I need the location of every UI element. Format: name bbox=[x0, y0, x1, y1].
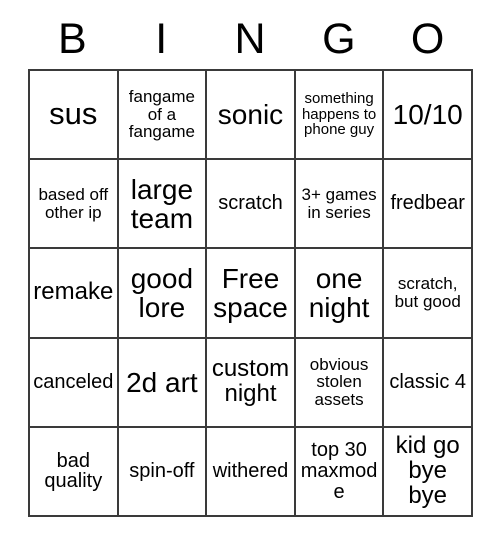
bingo-cell[interactable]: fangame of a fangame bbox=[118, 71, 208, 161]
bingo-cell-label: fredbear bbox=[390, 192, 465, 215]
bingo-cell-free-space[interactable]: Free space bbox=[207, 249, 296, 339]
bingo-cell-label: canceled bbox=[33, 370, 114, 393]
bingo-cell[interactable]: fredbear bbox=[384, 160, 473, 250]
bingo-cell-label: withered bbox=[212, 459, 289, 482]
bingo-cell[interactable]: canceled bbox=[30, 338, 119, 428]
bingo-cell[interactable]: 10/10 bbox=[384, 71, 473, 161]
bingo-cell-label: kid go bye bye bbox=[395, 431, 460, 509]
bingo-cell-label: obvious stolen assets bbox=[309, 354, 369, 409]
bingo-cell[interactable]: bad quality bbox=[30, 427, 119, 517]
bingo-header-letter-b: B bbox=[58, 15, 87, 63]
bingo-cell-label: based off other ip bbox=[38, 185, 109, 222]
bingo-cell[interactable]: scratch bbox=[207, 160, 296, 250]
bingo-cell[interactable]: remake bbox=[30, 249, 119, 339]
bingo-cell[interactable]: good lore bbox=[118, 249, 208, 339]
bingo-cell-label: large team bbox=[130, 173, 194, 234]
bingo-cell-label: classic 4 bbox=[389, 370, 467, 393]
bingo-cell-label: fangame of a fangame bbox=[128, 87, 195, 142]
bingo-cell[interactable]: spin-off bbox=[118, 427, 208, 517]
bingo-cell[interactable]: top 30 maxmode bbox=[295, 427, 385, 517]
bingo-cell[interactable]: classic 4 bbox=[384, 338, 473, 428]
bingo-cell-label: spin-off bbox=[129, 459, 195, 482]
bingo-header-row: B I N G O bbox=[28, 10, 472, 69]
bingo-cell[interactable]: kid go bye bye bbox=[384, 427, 473, 517]
bingo-cell[interactable]: something happens to phone guy bbox=[295, 71, 385, 161]
bingo-cell-label: 3+ games in series bbox=[301, 185, 377, 222]
bingo-cell[interactable]: sonic bbox=[207, 71, 296, 161]
bingo-cell[interactable]: custom night bbox=[207, 338, 296, 428]
bingo-cell-label: 2d art bbox=[126, 366, 198, 398]
bingo-cell-label: something happens to phone guy bbox=[301, 90, 377, 139]
bingo-cell[interactable]: 2d art bbox=[118, 338, 208, 428]
bingo-cell[interactable]: sus bbox=[30, 71, 119, 161]
bingo-cell-label: sus bbox=[49, 96, 98, 132]
bingo-header-letter-g: G bbox=[322, 15, 356, 63]
bingo-cell[interactable]: 3+ games in series bbox=[295, 160, 385, 250]
bingo-cell-label: 10/10 bbox=[392, 99, 463, 131]
bingo-cell-label: scratch bbox=[218, 192, 283, 215]
bingo-cell-label: remake bbox=[33, 278, 114, 306]
bingo-grid: sus fangame of a fangame sonic something… bbox=[28, 69, 473, 517]
bingo-cell-label: scratch, but good bbox=[394, 274, 461, 311]
bingo-header-letter-o: O bbox=[410, 15, 445, 63]
bingo-cell[interactable]: scratch, but good bbox=[384, 249, 473, 339]
bingo-cell-label: custom night bbox=[211, 355, 290, 408]
bingo-cell[interactable]: based off other ip bbox=[30, 160, 119, 250]
bingo-cell-label: good lore bbox=[130, 262, 194, 323]
bingo-cell[interactable]: large team bbox=[118, 160, 208, 250]
bingo-cell[interactable]: obvious stolen assets bbox=[295, 338, 385, 428]
bingo-cell-label: sonic bbox=[217, 99, 284, 131]
bingo-card: B I N G O sus fangame of a fangame sonic… bbox=[28, 10, 473, 517]
bingo-cell[interactable]: withered bbox=[207, 427, 296, 517]
bingo-cell[interactable]: one night bbox=[295, 249, 385, 339]
bingo-cell-label: one night bbox=[308, 262, 370, 323]
bingo-cell-label: bad quality bbox=[44, 449, 103, 493]
bingo-cell-label: Free space bbox=[213, 262, 288, 323]
bingo-cell-label: top 30 maxmode bbox=[300, 439, 378, 503]
bingo-header-letter-n: N bbox=[234, 15, 266, 63]
bingo-header-letter-i: I bbox=[155, 15, 168, 63]
